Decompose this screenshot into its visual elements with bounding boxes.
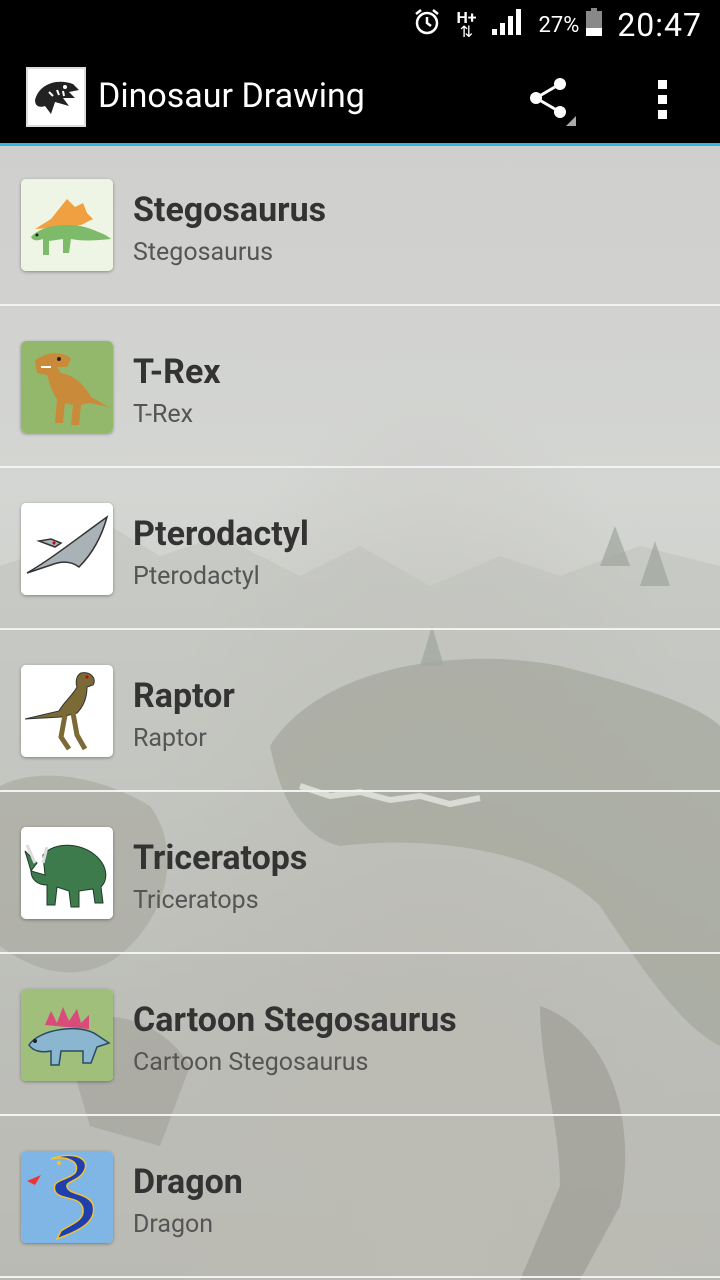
pterodactyl-thumbnail	[21, 503, 113, 595]
overflow-menu-button[interactable]	[640, 70, 686, 130]
app-title: Dinosaur Drawing	[98, 76, 365, 116]
item-subtitle: Stegosaurus	[133, 238, 274, 267]
item-subtitle: Triceratops	[133, 886, 259, 915]
list-item[interactable]: Pterodactyl Pterodactyl	[0, 470, 720, 630]
triceratops-thumbnail	[21, 827, 113, 919]
share-icon	[530, 78, 576, 126]
list-item[interactable]: Dragon Dragon	[0, 1118, 720, 1278]
signal-icon	[490, 7, 524, 44]
item-subtitle: Pterodactyl	[133, 562, 260, 591]
dragon-thumbnail	[21, 1151, 113, 1243]
data-transfer-icon: H+ ⇅	[456, 8, 477, 41]
item-title: Dragon	[133, 1162, 243, 1202]
item-title: T-Rex	[133, 352, 221, 392]
app-logo-icon[interactable]	[26, 67, 86, 127]
list-item[interactable]: Raptor Raptor	[0, 632, 720, 792]
raptor-thumbnail	[21, 665, 113, 757]
battery-percent: 27%	[538, 12, 580, 38]
alarm-icon	[412, 7, 442, 44]
item-subtitle: T-Rex	[133, 400, 194, 429]
status-time: 20:47	[617, 6, 702, 44]
stegosaurus-thumbnail	[21, 179, 113, 271]
item-subtitle: Raptor	[133, 724, 207, 753]
battery-icon	[585, 7, 603, 44]
action-bar: Dinosaur Drawing	[0, 50, 720, 146]
item-subtitle: Dragon	[133, 1210, 214, 1239]
t-rex-thumbnail	[21, 341, 113, 433]
item-title: Raptor	[133, 676, 235, 716]
item-title: Stegosaurus	[133, 190, 327, 230]
list-item[interactable]: T-Rex T-Rex	[0, 308, 720, 468]
overflow-menu-icon	[658, 80, 667, 119]
status-icons: H+ ⇅ 27% 20:47	[412, 0, 702, 50]
status-bar: H+ ⇅ 27% 20:47	[0, 0, 720, 50]
item-title: Pterodactyl	[133, 514, 309, 554]
item-title: Cartoon Stegosaurus	[133, 1000, 457, 1040]
cartoon-stegosaurus-thumbnail	[21, 989, 113, 1081]
item-subtitle: Cartoon Stegosaurus	[133, 1048, 369, 1077]
item-title: Triceratops	[133, 838, 308, 878]
list-item[interactable]: Stegosaurus Stegosaurus	[0, 146, 720, 306]
list-item[interactable]: Triceratops Triceratops	[0, 794, 720, 954]
list-item[interactable]: Cartoon Stegosaurus Cartoon Stegosaurus	[0, 956, 720, 1116]
dinosaur-list[interactable]: Stegosaurus Stegosaurus T-Rex T-Rex Pter…	[0, 146, 720, 1280]
share-button[interactable]	[520, 70, 584, 130]
